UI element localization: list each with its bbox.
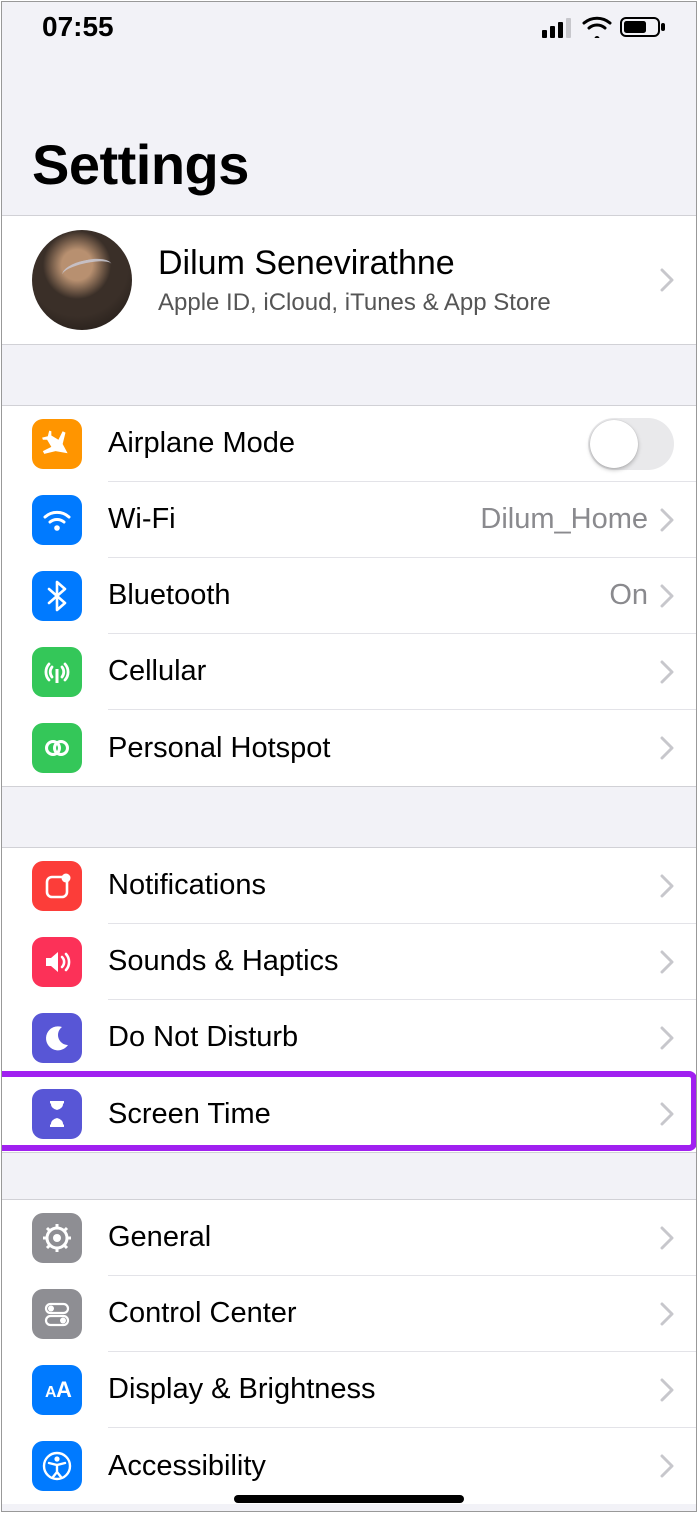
battery-icon bbox=[620, 16, 666, 38]
row-sounds[interactable]: Sounds & Haptics bbox=[2, 924, 696, 1000]
row-bluetooth[interactable]: Bluetooth On bbox=[2, 558, 696, 634]
chevron-right-icon bbox=[660, 736, 674, 760]
label-general: General bbox=[108, 1221, 660, 1254]
row-airplane[interactable]: Airplane Mode bbox=[2, 406, 696, 482]
chevron-right-icon bbox=[660, 874, 674, 898]
general-group: General Control Center AA Display & Brig… bbox=[2, 1199, 696, 1504]
row-display[interactable]: AA Display & Brightness bbox=[2, 1352, 696, 1428]
display-icon: AA bbox=[32, 1365, 82, 1415]
label-sounds: Sounds & Haptics bbox=[108, 945, 660, 978]
label-airplane: Airplane Mode bbox=[108, 427, 588, 460]
label-controlcenter: Control Center bbox=[108, 1297, 660, 1330]
profile-group: Dilum Senevirathne Apple ID, iCloud, iTu… bbox=[2, 215, 696, 345]
chevron-right-icon bbox=[660, 1302, 674, 1326]
label-wifi: Wi-Fi bbox=[108, 503, 480, 536]
settings-screen: 07:55 bbox=[1, 1, 697, 1512]
label-screentime: Screen Time bbox=[108, 1098, 660, 1131]
airplane-toggle[interactable] bbox=[588, 418, 674, 470]
general-icon bbox=[32, 1213, 82, 1263]
wifi-settings-icon bbox=[32, 495, 82, 545]
wifi-icon bbox=[582, 16, 612, 38]
label-bluetooth: Bluetooth bbox=[108, 579, 609, 612]
home-indicator bbox=[234, 1495, 464, 1503]
row-cellular[interactable]: Cellular bbox=[2, 634, 696, 710]
chevron-right-icon bbox=[660, 1026, 674, 1050]
notifications-group: Notifications Sounds & Haptics Do Not Di… bbox=[2, 847, 696, 1153]
bluetooth-icon bbox=[32, 571, 82, 621]
page-title: Settings bbox=[32, 132, 666, 197]
row-accessibility[interactable]: Accessibility bbox=[2, 1428, 696, 1504]
controlcenter-icon bbox=[32, 1289, 82, 1339]
profile-name: Dilum Senevirathne bbox=[158, 244, 660, 283]
chevron-right-icon bbox=[660, 1226, 674, 1250]
row-dnd[interactable]: Do Not Disturb bbox=[2, 1000, 696, 1076]
profile-subtitle: Apple ID, iCloud, iTunes & App Store bbox=[158, 289, 660, 317]
accessibility-icon bbox=[32, 1441, 82, 1491]
row-wifi[interactable]: Wi-Fi Dilum_Home bbox=[2, 482, 696, 558]
row-general[interactable]: General bbox=[2, 1200, 696, 1276]
label-display: Display & Brightness bbox=[108, 1373, 660, 1406]
label-accessibility: Accessibility bbox=[108, 1450, 660, 1483]
cellular-icon bbox=[32, 647, 82, 697]
dnd-icon bbox=[32, 1013, 82, 1063]
connectivity-group: Airplane Mode Wi-Fi Dilum_Home Bluetooth… bbox=[2, 405, 696, 787]
label-dnd: Do Not Disturb bbox=[108, 1021, 660, 1054]
label-cellular: Cellular bbox=[108, 655, 660, 688]
sounds-icon bbox=[32, 937, 82, 987]
status-time: 07:55 bbox=[42, 11, 114, 43]
profile-row[interactable]: Dilum Senevirathne Apple ID, iCloud, iTu… bbox=[2, 216, 696, 344]
svg-text:A: A bbox=[56, 1377, 72, 1402]
notifications-icon bbox=[32, 861, 82, 911]
avatar bbox=[32, 230, 132, 330]
chevron-right-icon bbox=[660, 660, 674, 684]
chevron-right-icon bbox=[660, 268, 674, 292]
chevron-right-icon bbox=[660, 1378, 674, 1402]
chevron-right-icon bbox=[660, 1102, 674, 1126]
chevron-right-icon bbox=[660, 950, 674, 974]
detail-bluetooth: On bbox=[609, 579, 648, 612]
row-notifications[interactable]: Notifications bbox=[2, 848, 696, 924]
row-screentime[interactable]: Screen Time bbox=[2, 1076, 696, 1152]
cellular-signal-icon bbox=[542, 16, 574, 38]
status-bar: 07:55 bbox=[2, 2, 696, 52]
row-controlcenter[interactable]: Control Center bbox=[2, 1276, 696, 1352]
hotspot-icon bbox=[32, 723, 82, 773]
detail-wifi: Dilum_Home bbox=[480, 503, 648, 536]
label-hotspot: Personal Hotspot bbox=[108, 732, 660, 765]
label-notifications: Notifications bbox=[108, 869, 660, 902]
airplane-icon bbox=[32, 419, 82, 469]
chevron-right-icon bbox=[660, 508, 674, 532]
row-hotspot[interactable]: Personal Hotspot bbox=[2, 710, 696, 786]
screentime-icon bbox=[32, 1089, 82, 1139]
status-indicators bbox=[542, 16, 666, 38]
chevron-right-icon bbox=[660, 1454, 674, 1478]
chevron-right-icon bbox=[660, 584, 674, 608]
